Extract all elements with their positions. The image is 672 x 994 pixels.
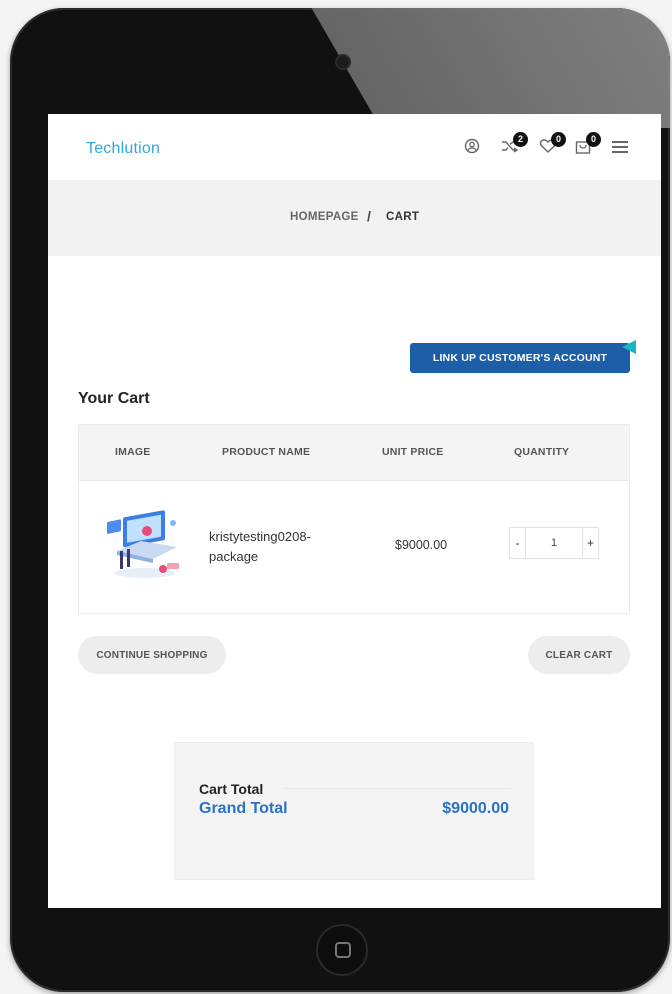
cart-count-badge: 0: [586, 132, 601, 147]
quantity-input[interactable]: 1: [526, 528, 582, 558]
pointer-arrow-icon: [622, 340, 636, 354]
grand-total-label: Grand Total: [199, 800, 288, 817]
tablet-frame: Techlution 2 0 0 HOMEPAGE / CART LINK UP…: [10, 8, 670, 992]
screen: Techlution 2 0 0 HOMEPAGE / CART LINK UP…: [48, 114, 661, 908]
breadcrumb-home-link[interactable]: HOMEPAGE: [290, 211, 359, 223]
cart-totals-box: Cart Total Grand Total $9000.00: [174, 742, 534, 880]
compare-icon[interactable]: 2: [500, 132, 528, 158]
camera-icon: [337, 56, 349, 68]
table-header: IMAGE PRODUCT NAME UNIT PRICE QUANTITY: [79, 425, 629, 480]
wishlist-count-badge: 0: [551, 132, 566, 147]
decrease-quantity-button[interactable]: -: [510, 528, 526, 558]
menu-icon[interactable]: [612, 141, 628, 153]
breadcrumb-current: CART: [386, 211, 420, 223]
frame-glare: [300, 8, 670, 128]
clear-cart-button[interactable]: CLEAR CART: [528, 636, 630, 674]
cart-total-divider: [285, 788, 511, 789]
cart-icon[interactable]: 0: [573, 132, 601, 158]
column-header-image: IMAGE: [115, 446, 151, 458]
grand-total-value: $9000.00: [442, 800, 509, 817]
breadcrumb-separator: /: [367, 208, 372, 224]
row-divider: [79, 480, 629, 481]
product-image[interactable]: [103, 503, 187, 583]
stage: Techlution 2 0 0 HOMEPAGE / CART LINK UP…: [0, 0, 672, 994]
home-button[interactable]: [316, 924, 368, 976]
cart-table: IMAGE PRODUCT NAME UNIT PRICE QUANTITY k…: [78, 424, 630, 614]
logo[interactable]: Techlution: [86, 140, 160, 158]
continue-shopping-button[interactable]: CONTINUE SHOPPING: [78, 636, 226, 674]
product-name[interactable]: kristytesting0208-package: [209, 527, 339, 567]
wishlist-icon[interactable]: 0: [538, 132, 566, 158]
compare-count-badge: 2: [513, 132, 528, 147]
site-header: Techlution 2 0 0: [48, 114, 661, 180]
column-header-product-name: PRODUCT NAME: [222, 446, 311, 458]
increase-quantity-button[interactable]: +: [582, 528, 598, 558]
breadcrumb: HOMEPAGE / CART: [48, 180, 661, 256]
link-customer-account-button[interactable]: LINK UP CUSTOMER'S ACCOUNT: [410, 343, 630, 373]
cart-total-label: Cart Total: [199, 781, 264, 797]
column-header-quantity: QUANTITY: [514, 446, 570, 458]
cart-title: Your Cart: [78, 390, 150, 407]
user-icon[interactable]: [462, 138, 482, 158]
quantity-stepper: - 1 +: [509, 527, 599, 559]
column-header-unit-price: UNIT PRICE: [382, 446, 444, 458]
home-square-icon: [335, 942, 351, 958]
unit-price: $9000.00: [395, 538, 448, 552]
